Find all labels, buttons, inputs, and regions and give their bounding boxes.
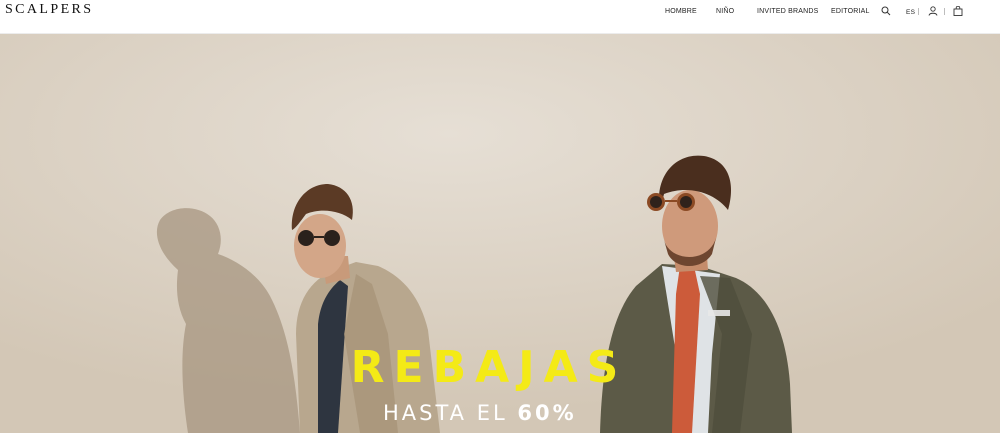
nav-item-editorial[interactable]: EDITORIAL — [831, 8, 870, 15]
main-nav: HOMBRE NIÑO INVITED BRANDS EDITORIAL — [0, 8, 1000, 18]
language-selector[interactable]: ES — [906, 9, 915, 16]
nav-item-hombre[interactable]: HOMBRE — [665, 8, 697, 15]
search-icon[interactable] — [881, 6, 891, 16]
divider — [918, 8, 919, 15]
nav-item-nino[interactable]: NIÑO — [716, 8, 734, 15]
promo-subtitle-prefix: HASTA EL — [383, 401, 508, 425]
promo-discount: 60% — [517, 401, 577, 425]
top-navigation-bar: SCALPERS HOMBRE NIÑO INVITED BRANDS EDIT… — [0, 0, 1000, 34]
promo-title: REBAJAS — [350, 342, 628, 393]
nav-item-invited-brands[interactable]: INVITED BRANDS — [757, 8, 819, 15]
hero-banner[interactable]: REBAJAS HASTA EL 60% — [0, 34, 1000, 433]
user-icon[interactable] — [928, 6, 938, 16]
bag-icon[interactable] — [953, 6, 963, 16]
divider — [944, 8, 945, 15]
left-man-head — [294, 214, 346, 278]
promo-subtitle: HASTA EL 60% — [383, 401, 595, 425]
